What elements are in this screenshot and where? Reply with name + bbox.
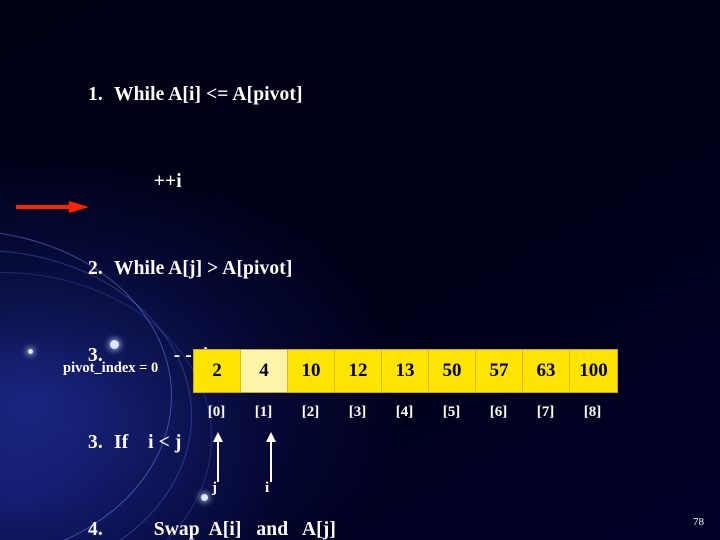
array-cell: 4 (241, 350, 288, 392)
page-number: 78 (693, 516, 704, 528)
red-arrow-icon (16, 201, 89, 213)
algorithm-line-number: 2. (88, 258, 103, 279)
algorithm-line-number: 4. (88, 519, 103, 540)
array-index-label: [2] (301, 404, 320, 420)
array-index-row: [0] [1] [2] [3] [4] [5] [6] [7] [8] (193, 404, 616, 421)
array-cell: 100 (570, 350, 617, 392)
array-index-label: [5] (442, 404, 461, 420)
array-cell: 57 (476, 350, 523, 392)
algorithm-line-text: While A[i] <= A[pivot] (114, 84, 303, 105)
array-index-label: [6] (489, 404, 508, 420)
pointer-label-j: j (212, 480, 217, 496)
algorithm-line-number: 3. (88, 432, 103, 453)
slide-canvas: 1. While A[i] <= A[pivot] ++i 2. While A[j… (0, 0, 720, 540)
array-index-label: [7] (536, 404, 555, 420)
algorithm-line-text: Swap A[i] and A[j] (114, 519, 336, 540)
pointer-label-i: i (265, 480, 270, 496)
algorithm-line: ++i (88, 167, 348, 196)
array-cell: 50 (429, 350, 476, 392)
pointer-arrow-i-icon (266, 432, 276, 482)
array-cell: 63 (523, 350, 570, 392)
algorithm-line-text: ++i (114, 171, 182, 192)
array-cell: 12 (335, 350, 382, 392)
pivot-index-label: pivot_index = 0 (63, 360, 159, 376)
array-cell: 2 (194, 350, 241, 392)
array-index-label: [8] (583, 404, 602, 420)
algorithm-line: 1. While A[i] <= A[pivot] (88, 80, 348, 109)
array-cell: 13 (382, 350, 429, 392)
array-index-label: [4] (395, 404, 414, 420)
algorithm-line-number: 1. (88, 84, 103, 105)
pointer-arrow-j-icon (213, 432, 223, 482)
array-index-label: [0] (207, 404, 226, 420)
array-index-label: [1] (254, 404, 273, 420)
array-cell: 10 (288, 350, 335, 392)
algorithm-line-text: If i < j (114, 432, 182, 453)
array-index-label: [3] (348, 404, 367, 420)
algorithm-line: 2. While A[j] > A[pivot] (88, 254, 348, 283)
algorithm-line: 4. Swap A[i] and A[j] (88, 515, 348, 540)
background-dot-left (28, 349, 33, 354)
array-visualization: 2 4 10 12 13 50 57 63 100 (193, 349, 618, 393)
algorithm-line-text: While A[j] > A[pivot] (114, 258, 293, 279)
